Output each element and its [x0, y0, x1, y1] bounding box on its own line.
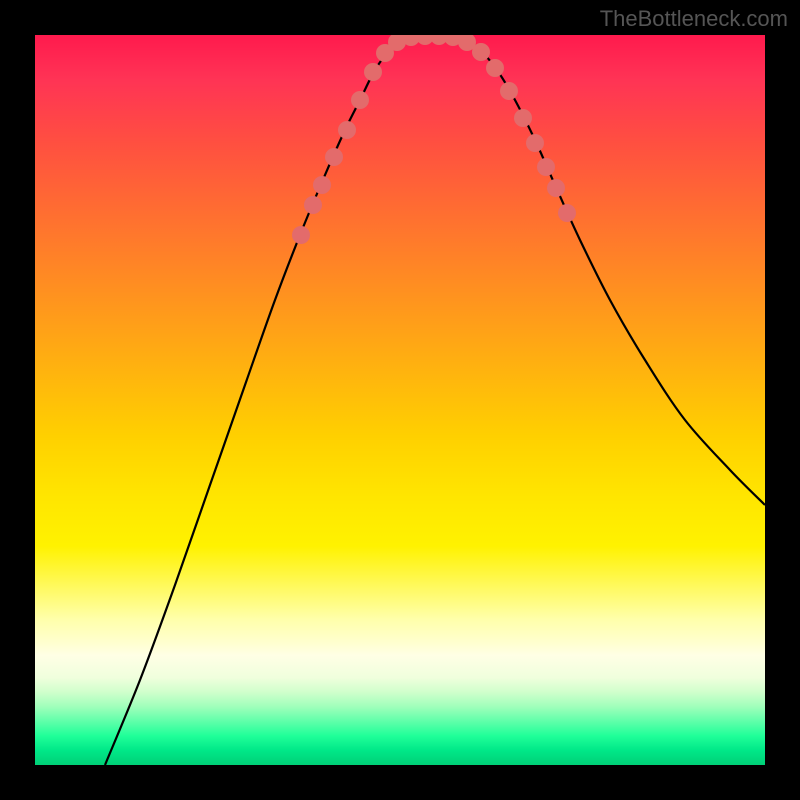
data-point: [537, 158, 555, 176]
data-point: [547, 179, 565, 197]
data-point: [292, 226, 310, 244]
data-point: [514, 109, 532, 127]
data-point: [526, 134, 544, 152]
data-point: [325, 148, 343, 166]
chart-plot-area: [35, 35, 765, 765]
chart-svg: [35, 35, 765, 765]
data-point: [364, 63, 382, 81]
bottleneck-curve: [105, 36, 765, 765]
data-point: [304, 196, 322, 214]
data-point: [500, 82, 518, 100]
data-point: [472, 43, 490, 61]
watermark-label: TheBottleneck.com: [600, 6, 788, 32]
data-point: [351, 91, 369, 109]
data-point: [486, 59, 504, 77]
data-points-group: [292, 35, 576, 244]
data-point: [313, 176, 331, 194]
data-point: [558, 204, 576, 222]
data-point: [338, 121, 356, 139]
